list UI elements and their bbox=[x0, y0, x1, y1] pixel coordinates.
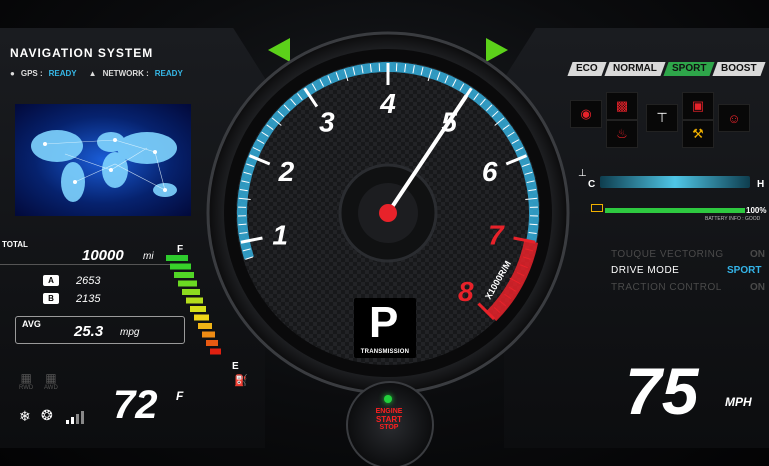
gps-icon: ● bbox=[10, 69, 15, 78]
drive-mode-selector: ECO NORMAL SPORT BOOST bbox=[567, 62, 766, 76]
setting-torque-vectoring-value[interactable]: ON bbox=[750, 249, 765, 260]
setting-drive-mode-value[interactable]: SPORT bbox=[727, 265, 761, 276]
navigation-title: NAVIGATION SYSTEM bbox=[10, 46, 154, 60]
gps-status: READY bbox=[48, 69, 77, 78]
fuel-full-label: F bbox=[177, 244, 184, 255]
brake-warning-icon: ◉ bbox=[570, 100, 602, 128]
seatbelt-icon: ☺ bbox=[718, 104, 750, 132]
speed-value: 75 bbox=[625, 354, 699, 428]
tachometer-needle-hub bbox=[379, 204, 397, 222]
mode-boost-label: BOOST bbox=[721, 63, 757, 74]
fuel-bar-segment bbox=[182, 289, 200, 295]
fuel-bar-segment bbox=[170, 263, 191, 270]
battery-percent: 100% bbox=[746, 206, 767, 215]
coolant-temp-bar bbox=[600, 176, 750, 188]
engine-warning-icon: ▩ bbox=[606, 92, 638, 120]
awd-label: AWD bbox=[44, 385, 58, 391]
mode-normal-label: NORMAL bbox=[613, 63, 657, 74]
setting-drive-mode-label[interactable]: DRIVE MODE bbox=[611, 265, 679, 276]
awd-indicator: ▦ AWD bbox=[44, 371, 58, 391]
tachometer-label-2: 2 bbox=[278, 156, 295, 187]
rwd-icon: ▦ bbox=[20, 371, 32, 385]
trip-b-value: 2135 bbox=[76, 293, 101, 305]
trip-a-badge[interactable]: A bbox=[43, 275, 59, 286]
door-open-icon: ▣ bbox=[682, 92, 714, 120]
avg-label: AVG bbox=[22, 319, 41, 329]
tachometer-label-7: 7 bbox=[488, 219, 505, 250]
engine-status-led bbox=[384, 395, 392, 403]
oil-pressure-icon: ♨ bbox=[606, 120, 638, 148]
gps-label: GPS : bbox=[20, 69, 43, 78]
rwd-indicator: ▦ RWD bbox=[19, 371, 33, 391]
setting-traction-control-value[interactable]: ON bbox=[750, 282, 765, 293]
warning-indicators: ◉ ▩ ♨ ⊤ ▣ ⚒ ☺ bbox=[566, 90, 769, 148]
mode-boost-button[interactable]: BOOST bbox=[712, 62, 766, 76]
total-unit: mi bbox=[143, 251, 154, 262]
trip-a-value: 2653 bbox=[76, 275, 101, 287]
fuel-bar-segment bbox=[190, 306, 206, 312]
network-label: NETWORK : bbox=[102, 69, 149, 78]
world-map-graphic bbox=[31, 130, 177, 202]
setting-traction-control-label[interactable]: TRACTION CONTROL bbox=[611, 282, 722, 293]
coolant-cold-label: C bbox=[588, 179, 596, 190]
fuel-bar-segment bbox=[174, 272, 194, 278]
tachometer-tick bbox=[529, 223, 538, 226]
temperature-unit: F bbox=[176, 389, 184, 403]
dashboard: NAVIGATION SYSTEM ● GPS : READY ▲ NETWOR… bbox=[0, 0, 769, 466]
service-wrench-icon: ⚒ bbox=[682, 120, 714, 148]
awd-icon: ▦ bbox=[45, 371, 57, 385]
tachometer-label-4: 4 bbox=[379, 88, 396, 119]
coolant-hot-label: H bbox=[757, 179, 765, 190]
transmission-label: TRANSMISSION bbox=[360, 349, 410, 355]
coolant-temp-icon: ⊥ bbox=[578, 168, 587, 179]
battery-bar-fill bbox=[605, 208, 745, 213]
gear-indicator: P bbox=[369, 298, 399, 347]
total-label: TOTAL bbox=[2, 240, 28, 249]
engine-button-label[interactable]: ENGINE START STOP bbox=[359, 408, 419, 432]
avg-unit: mpg bbox=[120, 327, 140, 338]
battery-icon bbox=[591, 204, 603, 212]
mode-normal-button[interactable]: NORMAL bbox=[604, 62, 666, 76]
mode-eco-label: ECO bbox=[576, 63, 599, 74]
tachometer-label-3: 3 bbox=[319, 107, 335, 138]
engine-label-line3: STOP bbox=[379, 424, 399, 431]
fan-speed-icon[interactable] bbox=[66, 410, 86, 424]
total-distance: 10000 bbox=[82, 247, 124, 264]
trip-b-badge[interactable]: B bbox=[43, 293, 59, 304]
mode-eco-button[interactable]: ECO bbox=[567, 62, 607, 76]
network-icon: ▲ bbox=[88, 69, 97, 78]
speed-unit: MPH bbox=[725, 395, 752, 409]
fan-icon[interactable]: ❂ bbox=[41, 407, 53, 424]
traction-icon: ⊤ bbox=[646, 104, 678, 132]
mode-sport-button[interactable]: SPORT bbox=[663, 62, 715, 76]
fuel-bar-segment bbox=[166, 255, 188, 261]
tachometer-label-1: 1 bbox=[272, 219, 288, 250]
cabin-temperature: 72 bbox=[113, 383, 158, 427]
tachometer-label-8: 8 bbox=[458, 276, 474, 307]
tachometer-tick bbox=[238, 223, 247, 226]
battery-info: BATTERY INFO : GOOD bbox=[705, 216, 761, 222]
avg-value: 25.3 bbox=[74, 323, 104, 340]
engine-label-line2: START bbox=[375, 415, 403, 424]
network-status: READY bbox=[154, 69, 183, 78]
world-map[interactable] bbox=[15, 104, 191, 216]
mode-sport-label: SPORT bbox=[671, 63, 707, 74]
tachometer-label-6: 6 bbox=[482, 156, 498, 187]
fuel-bar-segment bbox=[186, 297, 203, 304]
snowflake-icon[interactable]: ❄ bbox=[19, 408, 31, 425]
rwd-label: RWD bbox=[19, 385, 34, 391]
connection-status: ● GPS : READY ▲ NETWORK : READY bbox=[10, 69, 183, 78]
fuel-bar-segment bbox=[178, 280, 197, 287]
setting-torque-vectoring-label[interactable]: TOUQUE VECTORING bbox=[611, 249, 724, 260]
